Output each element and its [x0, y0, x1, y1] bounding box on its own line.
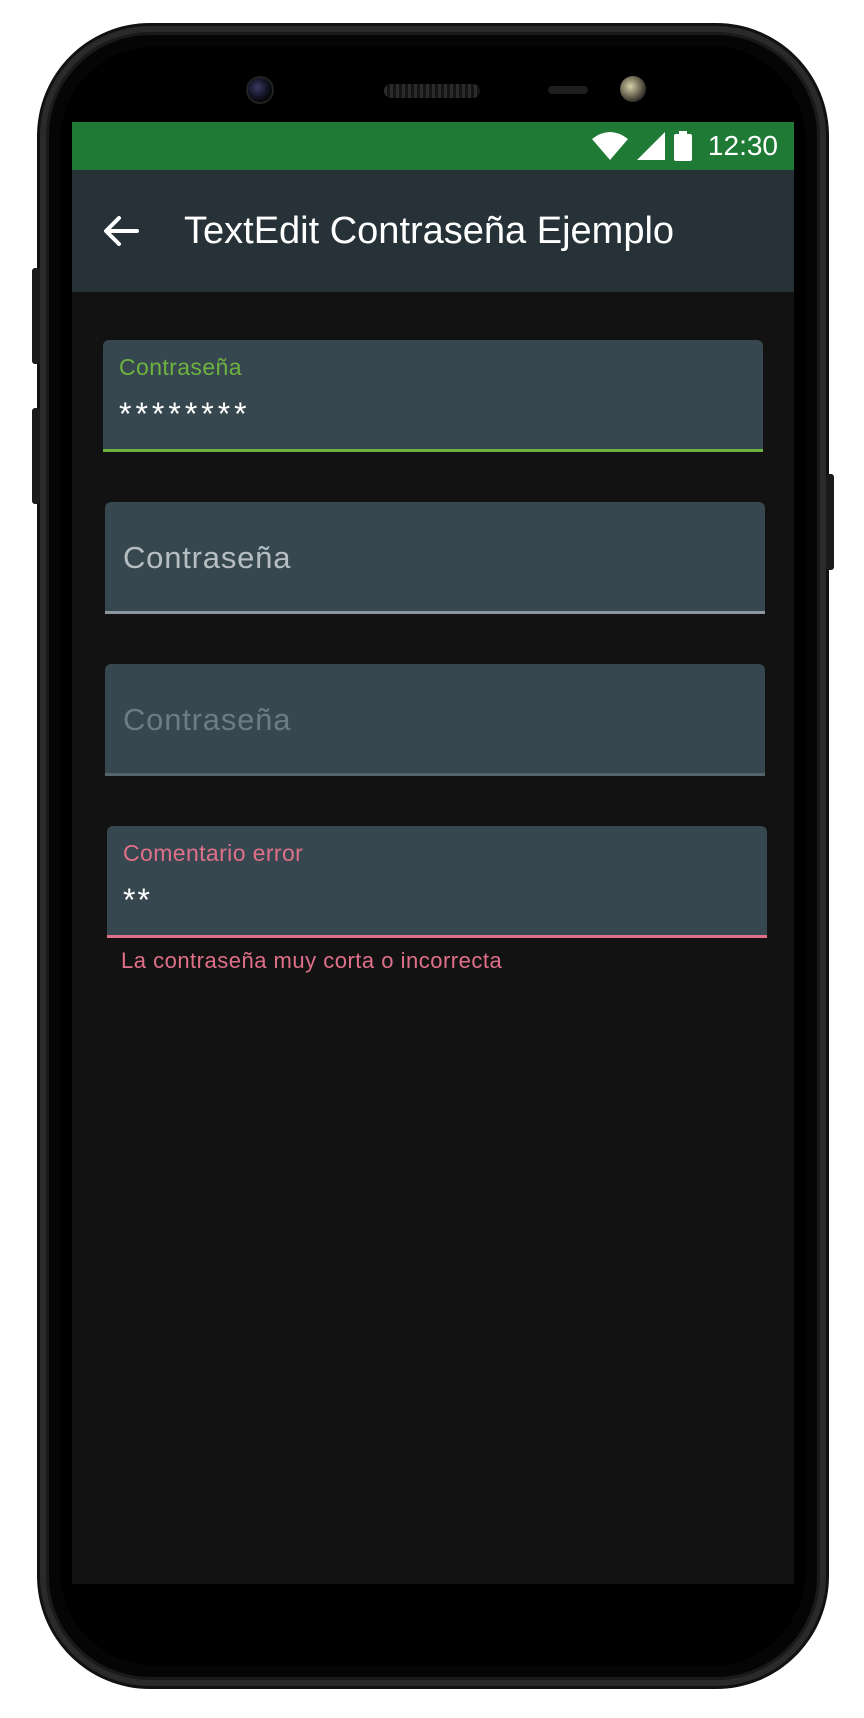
- app-screen: 12:30 TextEdit Contraseña Ejemplo Contra…: [72, 122, 794, 1584]
- error-field-label: Comentario error: [123, 840, 304, 866]
- front-camera: [246, 76, 274, 104]
- power-button: [826, 474, 834, 570]
- app-bar: TextEdit Contraseña Ejemplo: [72, 170, 794, 292]
- field-underline: [103, 449, 763, 452]
- back-button[interactable]: [94, 204, 148, 258]
- light-sensor: [620, 76, 646, 102]
- password-field-disabled: Contraseña: [105, 664, 765, 776]
- error-comment-field[interactable]: Comentario error **: [107, 826, 767, 938]
- proximity-sensor: [548, 86, 588, 94]
- error-helper-text: La contraseña muy corta o incorrecta: [121, 948, 503, 973]
- arrow-left-icon: [104, 216, 139, 246]
- password-field-placeholder: Contraseña: [123, 540, 292, 575]
- status-bar: 12:30: [72, 122, 794, 170]
- battery-icon: [673, 131, 692, 161]
- wifi-icon: [591, 132, 628, 160]
- password-field-disabled-placeholder: Contraseña: [123, 702, 292, 737]
- volume-up-button: [32, 268, 40, 364]
- field-underline: [105, 611, 765, 614]
- password-field-empty[interactable]: Contraseña: [105, 502, 765, 614]
- password-field-focused[interactable]: Contraseña ********: [103, 340, 763, 452]
- password-field-value: ********: [119, 396, 251, 432]
- field-underline: [105, 773, 765, 776]
- error-field-value: **: [123, 882, 152, 918]
- earpiece-speaker: [384, 84, 480, 98]
- page-title: TextEdit Contraseña Ejemplo: [184, 210, 675, 252]
- volume-down-button: [32, 408, 40, 504]
- status-time: 12:30: [707, 130, 778, 161]
- cellular-signal-icon: [636, 132, 665, 160]
- field-underline: [107, 935, 767, 938]
- password-field-label: Contraseña: [119, 354, 242, 380]
- status-icons: 12:30: [591, 130, 778, 162]
